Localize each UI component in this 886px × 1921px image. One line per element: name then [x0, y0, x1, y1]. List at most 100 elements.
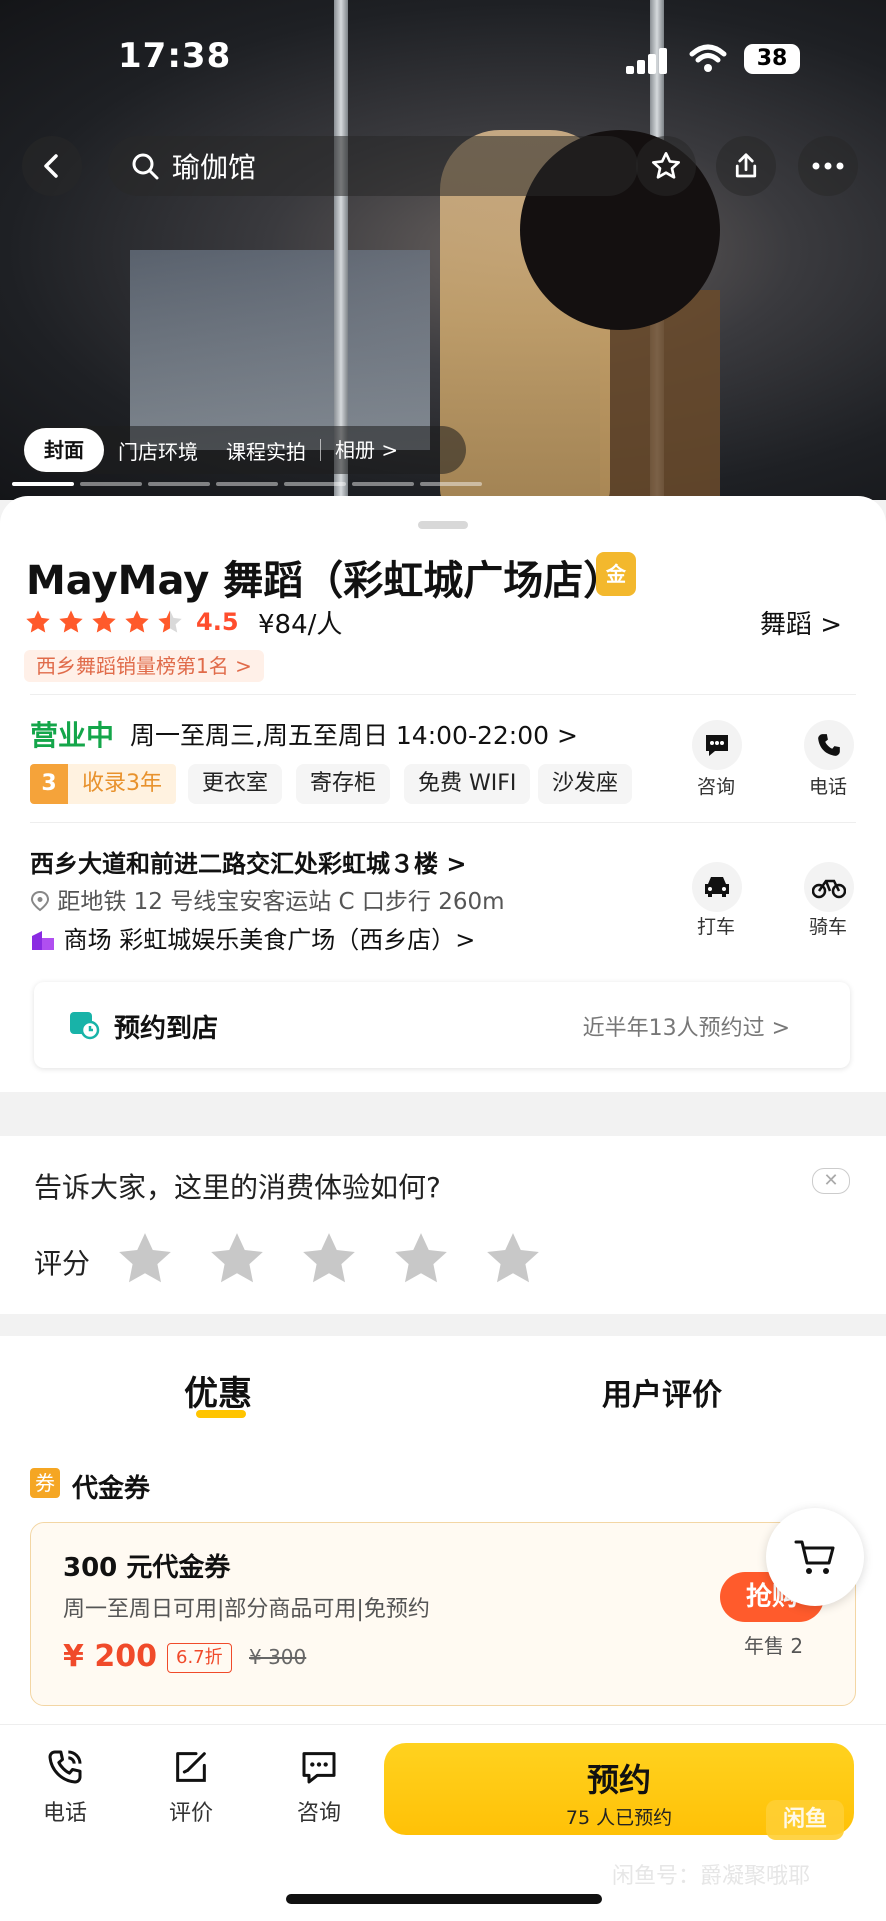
chevron-left-icon — [44, 154, 58, 178]
dance-pole — [334, 0, 348, 500]
facility-tag: 更衣室 — [188, 764, 283, 804]
rate-star-3[interactable] — [298, 1228, 360, 1290]
call-label: 电话 — [808, 776, 847, 798]
taxi-button[interactable] — [692, 862, 742, 912]
gallery-progress — [148, 482, 210, 486]
feedback-question: 告诉大家，这里的消费体验如何? — [34, 1171, 441, 1204]
chat-bubble-icon — [302, 1752, 336, 1784]
search-icon — [132, 153, 159, 180]
rating-stars — [24, 608, 189, 636]
tab-class-photos[interactable]: 课程实拍 — [212, 436, 320, 465]
bottom-call-button[interactable]: 电话 — [20, 1747, 110, 1827]
share-icon — [735, 153, 757, 178]
address-line[interactable]: 西乡大道和前进二路交汇处彩虹城３楼 > — [30, 844, 466, 879]
bottom-consult-label: 咨询 — [296, 1801, 341, 1826]
bottom-review-button[interactable]: 评价 — [146, 1747, 236, 1827]
divider — [30, 822, 856, 823]
call-button[interactable] — [804, 720, 854, 770]
battery-indicator: 38 — [744, 44, 800, 74]
rating-star-icon — [158, 610, 182, 633]
close-icon[interactable]: ✕ — [812, 1168, 850, 1194]
calendar-clock-icon — [70, 1012, 100, 1040]
hero-bg-panel — [130, 250, 430, 450]
booking-stat: 近半年13人预约过 > — [582, 1016, 790, 1041]
booking-card[interactable]: 预约到店 近半年13人预约过 > — [34, 982, 850, 1068]
facility-tag: 沙发座 — [538, 764, 633, 804]
rating-label: 评分 — [34, 1247, 91, 1280]
tab-deals[interactable]: 优惠 — [184, 1366, 252, 1415]
home-indicator[interactable] — [286, 1894, 602, 1904]
gold-medal-icon: 金 — [596, 552, 636, 596]
divider — [30, 694, 856, 695]
taxi-label: 打车 — [696, 916, 735, 938]
gallery-tabs: 封面 门店环境 课程实拍 相册 > — [22, 426, 466, 474]
sold-count: 年售 2 — [744, 1634, 804, 1658]
category-link[interactable]: 舞蹈 > — [760, 604, 842, 641]
feedback-card: 告诉大家，这里的消费体验如何? ✕ 评分 — [0, 1136, 886, 1314]
sheet-handle[interactable] — [418, 521, 468, 529]
metro-text: 距地铁 12 号线宝安客运站 C 口步行 260m — [57, 889, 505, 915]
tab-store-environment[interactable]: 门店环境 — [104, 436, 212, 465]
mall-link[interactable]: 商场 彩虹城娱乐美食广场（西乡店）> — [30, 920, 475, 955]
gallery-progress — [216, 482, 278, 486]
share-button[interactable] — [716, 136, 776, 196]
years-tag: 3 收录3年 — [30, 764, 176, 804]
rate-star-4[interactable] — [390, 1228, 452, 1290]
mall-building-icon — [32, 931, 54, 950]
bottom-call-label: 电话 — [42, 1801, 87, 1826]
voucher-discount: 6.7折 — [167, 1643, 232, 1673]
mall-text: 商场 彩虹城娱乐美食广场（西乡店）> — [63, 926, 476, 954]
watermark-logo: 闲鱼 — [766, 1800, 844, 1840]
voucher-desc: 周一至周日可用|部分商品可用|免预约 — [63, 1597, 430, 1622]
tab-reviews[interactable]: 用户评价 — [602, 1370, 722, 1414]
phone-icon — [818, 734, 840, 756]
voucher-price: ¥ 200 — [63, 1639, 157, 1674]
bottom-consult-button[interactable]: 咨询 — [274, 1747, 364, 1827]
consult-button[interactable] — [692, 720, 742, 770]
booking-title: 预约到店 — [114, 1014, 219, 1044]
consult-label: 咨询 — [696, 776, 735, 798]
status-time: 17:38 — [118, 36, 232, 76]
wifi-icon — [689, 44, 727, 72]
tab-album[interactable]: 相册 > — [320, 439, 412, 461]
facility-tag: 寄存柜 — [296, 764, 391, 804]
business-hours[interactable]: 周一至周三,周五至周日 14:00-22:00 > — [130, 716, 578, 752]
gallery-progress — [420, 482, 482, 486]
gallery-progress — [284, 482, 346, 486]
watermark-text: 闲鱼号：爵凝聚哦耶 — [612, 1864, 811, 1889]
rate-star-2[interactable] — [206, 1228, 268, 1290]
more-dots-icon — [812, 162, 844, 170]
rating-star-icon — [92, 610, 116, 633]
years-text: 收录3年 — [68, 764, 176, 804]
bottom-review-label: 评价 — [168, 1801, 213, 1826]
voucher-title: 300 元代金券 — [63, 1553, 231, 1583]
voucher-original-price: ¥ 300 — [249, 1645, 307, 1669]
rate-star-1[interactable] — [114, 1228, 176, 1290]
open-status: 营业中 — [30, 719, 115, 752]
voucher-icon: 券 — [30, 1468, 60, 1498]
rating-star-icon — [125, 610, 149, 633]
search-bar[interactable]: 瑜伽馆 — [108, 136, 638, 196]
metro-info: 距地铁 12 号线宝安客运站 C 口步行 260m — [30, 882, 505, 916]
favorite-button[interactable] — [636, 136, 696, 196]
bike-button[interactable] — [804, 862, 854, 912]
gallery-progress-active — [12, 482, 74, 486]
back-button[interactable] — [22, 136, 82, 196]
location-pin-icon — [30, 890, 50, 912]
search-text: 瑜伽馆 — [172, 151, 257, 184]
shop-name: MayMay 舞蹈（彩虹城广场店） — [26, 558, 624, 604]
more-button[interactable] — [798, 136, 858, 196]
bicycle-icon — [812, 879, 846, 899]
rating-star-icon — [59, 610, 83, 633]
gallery-progress — [352, 482, 414, 486]
rating-score: 4.5 — [196, 608, 239, 636]
cart-button[interactable] — [766, 1508, 864, 1606]
cart-icon — [794, 1540, 835, 1574]
rate-star-5[interactable] — [482, 1228, 544, 1290]
ranking-tag[interactable]: 西乡舞蹈销量榜第1名 > — [24, 650, 264, 682]
price-per-person: ¥84/人 — [258, 610, 343, 640]
edit-note-icon — [176, 1752, 206, 1782]
bottom-action-bar: 电话 评价 咨询 预约 75 人已预约 — [0, 1724, 886, 1921]
tab-cover[interactable]: 封面 — [24, 428, 104, 472]
phone-icon — [48, 1750, 82, 1784]
